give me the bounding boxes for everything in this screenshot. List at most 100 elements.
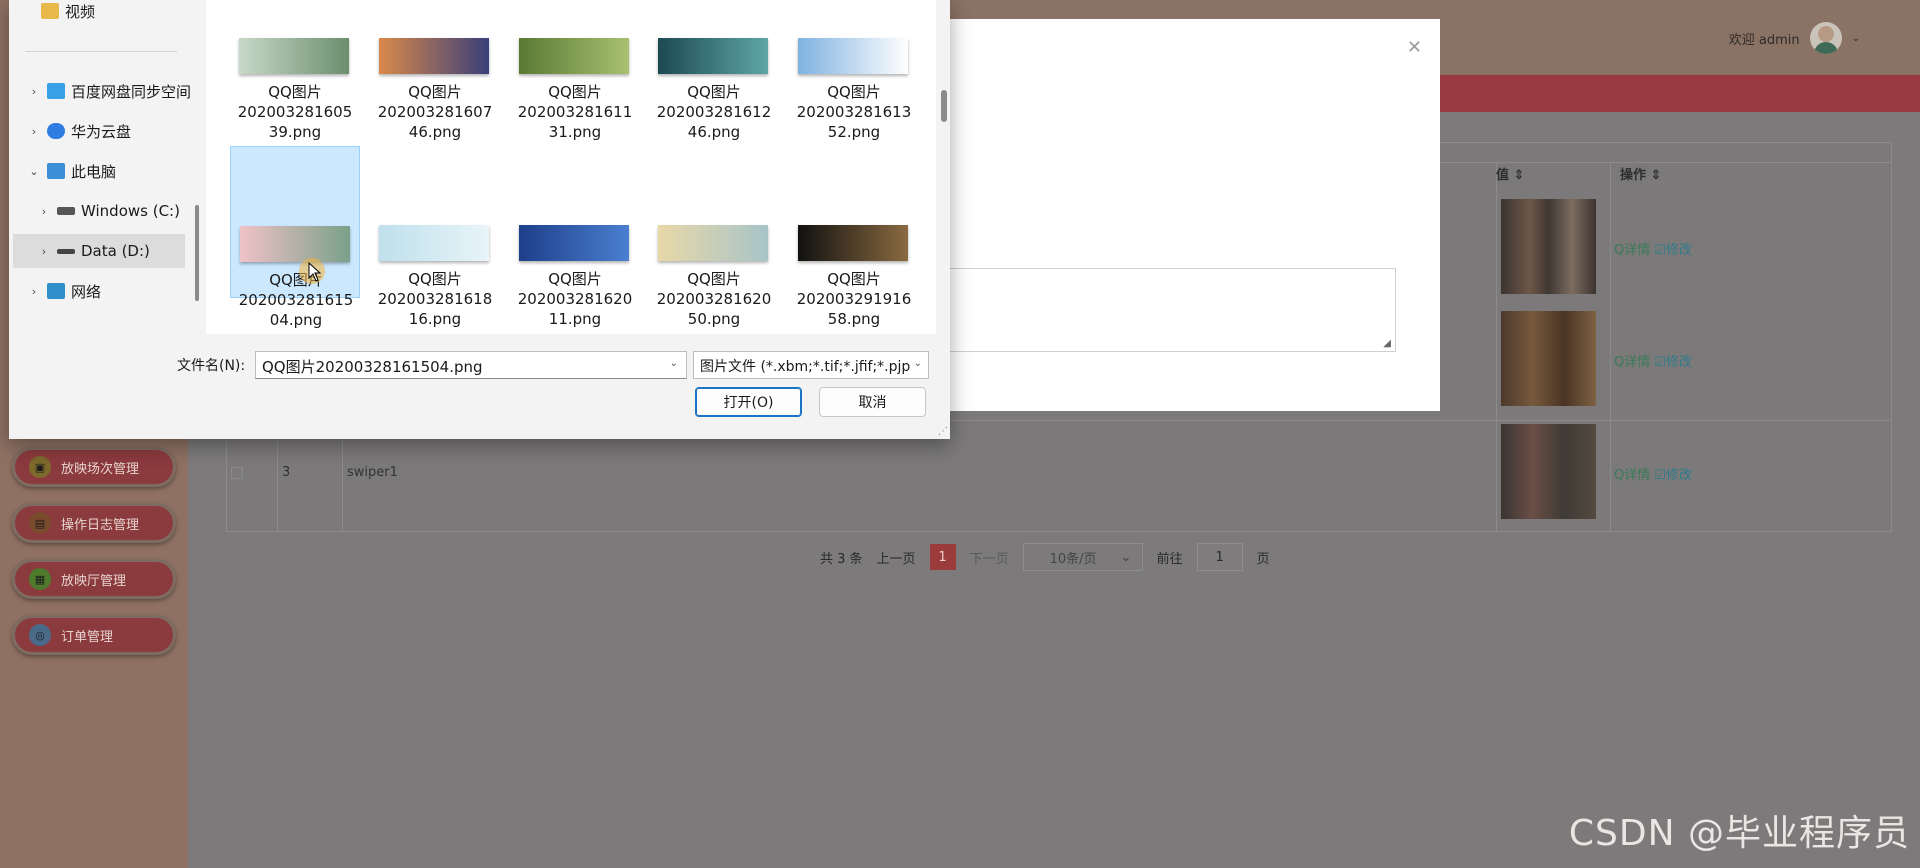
chevron-right-icon[interactable]: ›	[27, 125, 41, 138]
row-image[interactable]	[1501, 199, 1596, 294]
file-item[interactable]: QQ图片 202003281605 39.png	[230, 0, 360, 141]
file-name-line: QQ图片	[827, 270, 881, 288]
current-page-button[interactable]: 1	[929, 544, 956, 570]
file-name-line: QQ图片	[269, 271, 323, 289]
row-image[interactable]	[1501, 311, 1596, 406]
file-item[interactable]: QQ图片 202003281613 52.png	[789, 0, 919, 141]
chevron-right-icon[interactable]: ›	[27, 285, 41, 298]
file-item[interactable]: QQ图片 202003281607 46.png	[370, 0, 500, 141]
edit-link[interactable]: ☑修改	[1654, 239, 1692, 258]
column-header-action[interactable]: 操作 ⇕	[1620, 164, 1661, 183]
edit-label: 修改	[1665, 243, 1692, 258]
file-item[interactable]: QQ图片 202003281611 31.png	[510, 0, 640, 141]
file-name-line: 46.png	[687, 123, 741, 141]
file-name-line: 04.png	[269, 311, 323, 329]
sidebar-item-hall[interactable]: ▦ 放映厅管理	[12, 559, 176, 599]
cancel-button[interactable]: 取消	[819, 387, 926, 417]
log-icon: ▤	[29, 512, 51, 534]
nav-pane: 视频 › 百度网盘同步空间 › 华为云盘 ⌄ 此电脑 › Windows (C:…	[9, 0, 191, 334]
column-header-value[interactable]: 值 ⇕	[1496, 164, 1524, 183]
chevron-right-icon[interactable]: ›	[37, 245, 51, 258]
filename-value: QQ图片20200328161504.png	[262, 358, 483, 376]
mouse-cursor-icon	[308, 262, 322, 282]
sidebar-item-label: 放映场次管理	[61, 461, 140, 477]
sidebar-item-order[interactable]: ◎ 订单管理	[12, 615, 176, 655]
edit-link[interactable]: ☑修改	[1654, 464, 1692, 483]
folder-icon	[41, 3, 59, 19]
file-name: QQ图片 202003281620 11.png	[510, 269, 640, 329]
file-item[interactable]: QQ图片 202003281620 50.png	[649, 146, 779, 328]
file-name-line: 202003291916	[796, 290, 912, 308]
chevron-right-icon[interactable]: ›	[37, 205, 51, 218]
chevron-down-icon[interactable]: ⌄	[27, 165, 41, 178]
file-name-line: 202003281613	[796, 103, 912, 121]
nav-item-baidu[interactable]: › 百度网盘同步空间	[27, 74, 203, 108]
file-name-line: QQ图片	[827, 83, 881, 101]
nav-item-this-pc[interactable]: ⌄ 此电脑	[27, 154, 203, 188]
file-thumbnail	[798, 38, 908, 74]
page-size-select[interactable]: 10条/页 ⌄	[1022, 543, 1143, 571]
chevron-down-icon[interactable]: ⌄	[670, 358, 678, 369]
row-checkbox[interactable]	[231, 467, 243, 479]
watermark: CSDN @毕业程序员	[1568, 813, 1910, 854]
file-name-line: QQ图片	[548, 270, 602, 288]
file-item[interactable]: QQ图片 202003291916 58.png	[789, 146, 919, 328]
page-unit: 页	[1256, 551, 1270, 567]
goto-page-input[interactable]: 1	[1196, 543, 1243, 571]
avatar[interactable]	[1809, 22, 1842, 54]
file-name-line: QQ图片	[408, 83, 462, 101]
file-name-line: 202003281605	[237, 103, 353, 121]
file-name: QQ图片 202003281607 46.png	[370, 82, 500, 142]
sidebar-item-screening[interactable]: ▣ 放映场次管理	[12, 447, 176, 487]
open-button[interactable]: 打开(O)	[695, 387, 802, 417]
nav-scrollbar[interactable]	[195, 205, 199, 301]
file-name-line: 50.png	[687, 310, 741, 328]
edit-link[interactable]: ☑修改	[1654, 351, 1692, 370]
file-grid-scrollbar[interactable]	[938, 0, 950, 334]
pagination: 共 3 条 上一页 1 下一页 10条/页 ⌄ 前往 1 页	[820, 543, 1270, 571]
row-name: swiper1	[347, 465, 398, 480]
chevron-right-icon[interactable]: ›	[27, 85, 41, 98]
nav-item-drive-d[interactable]: › Data (D:)	[13, 234, 185, 268]
filetype-select[interactable]: 图片文件 (*.xbm;*.tif;*.jfif;*.pjp ⌄	[693, 351, 929, 379]
table-divider	[1496, 162, 1497, 532]
filename-input[interactable]: QQ图片20200328161504.png ⌄	[255, 351, 687, 379]
file-item[interactable]: QQ图片 202003281615 04.png	[230, 146, 360, 329]
resize-grip-icon[interactable]: ◢	[1383, 338, 1391, 349]
nav-item-network[interactable]: › 网络	[27, 274, 203, 308]
file-name-line: 202003281612	[656, 103, 772, 121]
detail-link[interactable]: Q详情	[1614, 239, 1650, 258]
file-name-line: 39.png	[268, 123, 322, 141]
next-page-button[interactable]: 下一页	[970, 548, 1009, 567]
close-icon[interactable]: ✕	[1407, 37, 1422, 58]
file-name: QQ图片 202003291916 58.png	[789, 269, 919, 329]
nav-item-huawei[interactable]: › 华为云盘	[27, 114, 203, 148]
nav-item-drive-c[interactable]: › Windows (C:)	[37, 194, 213, 228]
sidebar-item-log[interactable]: ▤ 操作日志管理	[12, 503, 176, 543]
edit-label: 修改	[1665, 355, 1692, 370]
file-name-line: QQ图片	[268, 83, 322, 101]
prev-page-button[interactable]: 上一页	[877, 548, 916, 567]
order-icon: ◎	[29, 624, 51, 646]
modal-textarea[interactable]: ◢	[948, 268, 1396, 352]
detail-link[interactable]: Q详情	[1614, 464, 1650, 483]
file-item[interactable]: QQ图片 202003281618 16.png	[370, 146, 500, 328]
file-item[interactable]: QQ图片 202003281612 46.png	[649, 0, 779, 141]
user-area[interactable]: 欢迎 admin ⌄	[1729, 22, 1860, 54]
nav-item-label: Windows (C:)	[81, 202, 180, 220]
nav-item-label: 视频	[65, 2, 96, 21]
column-header-label: 操作	[1620, 168, 1647, 183]
row-image[interactable]	[1501, 424, 1596, 519]
resize-grip-icon[interactable]: ⋰	[938, 426, 948, 437]
file-item[interactable]: QQ图片 202003281620 11.png	[510, 146, 640, 328]
scrollbar-thumb[interactable]	[941, 90, 947, 122]
file-open-dialog: 视频 › 百度网盘同步空间 › 华为云盘 ⌄ 此电脑 › Windows (C:…	[9, 0, 950, 439]
file-name-line: 202003281620	[656, 290, 772, 308]
detail-link[interactable]: Q详情	[1614, 351, 1650, 370]
nav-item-videos[interactable]: 视频	[35, 0, 211, 28]
chevron-down-icon[interactable]: ⌄	[1852, 33, 1860, 44]
goto-label: 前往	[1156, 551, 1183, 567]
file-name: QQ图片 202003281611 31.png	[510, 82, 640, 142]
chevron-down-icon[interactable]: ⌄	[913, 358, 922, 369]
drive-icon	[57, 248, 75, 254]
